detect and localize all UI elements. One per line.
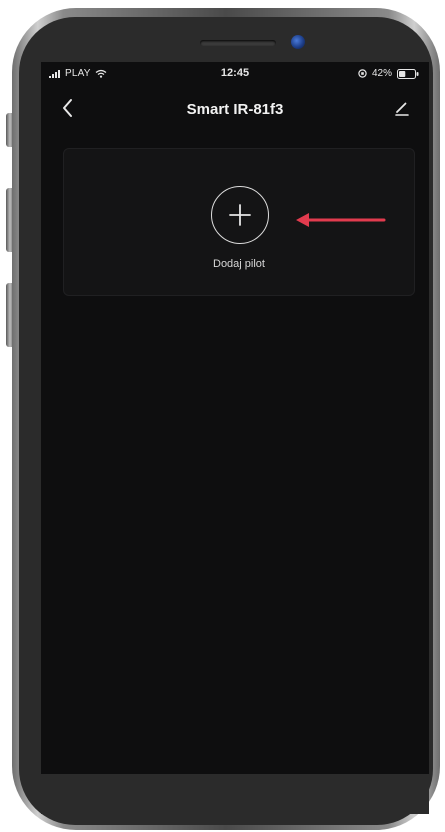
annotation-arrow-icon [296,213,386,227]
add-remote-label: Dodaj pilot [213,258,265,270]
orientation-lock-icon [358,69,367,78]
battery-icon [397,68,419,79]
earpiece-speaker [200,40,276,46]
back-button[interactable] [55,95,81,121]
plus-icon [229,204,251,226]
chevron-left-icon [63,99,72,117]
navigation-bar: Smart IR-81f3 [41,84,429,136]
status-right: 42% [358,68,419,79]
app-screen: PLAY 12:45 42% Smart IR-81f3 Dodaj pilot [41,62,429,774]
page-title: Smart IR-81f3 [186,101,284,118]
status-bar: PLAY 12:45 42% [41,62,429,84]
battery-percent: 42% [371,68,392,79]
edit-button[interactable] [389,95,415,121]
pencil-icon [395,102,409,116]
page: PLAY 12:45 42% Smart IR-81f3 Dodaj pilot [0,0,445,832]
bottom-bezel [41,774,429,814]
add-remote-button[interactable] [211,186,269,244]
front-camera [291,35,305,49]
